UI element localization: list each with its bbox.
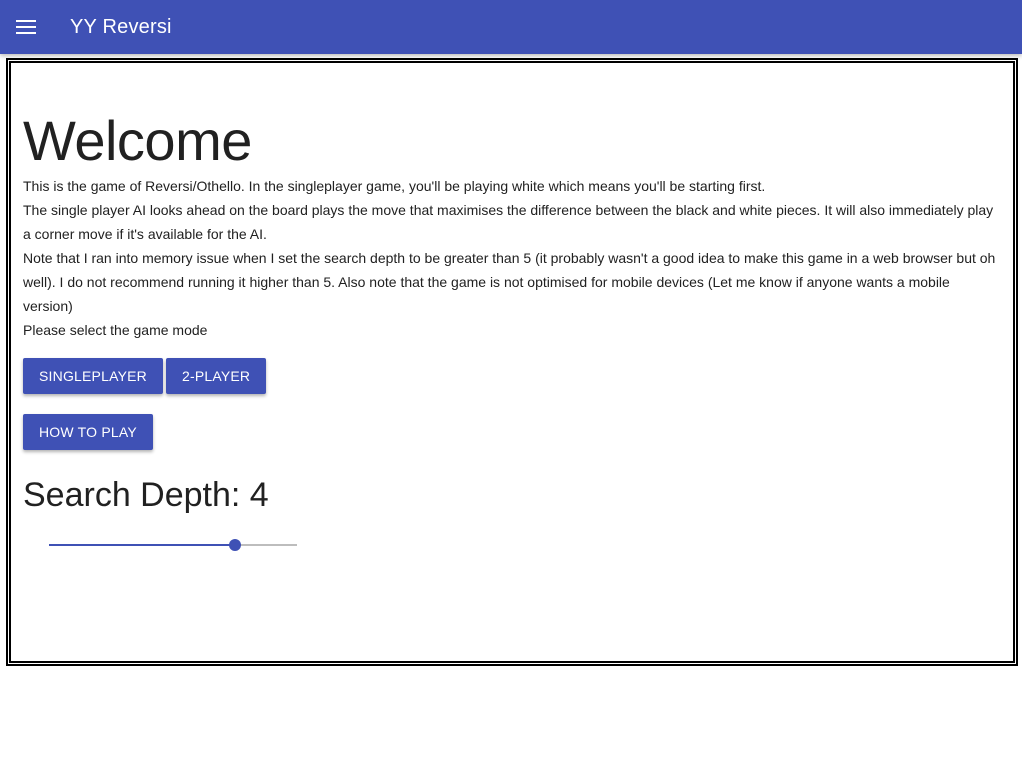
singleplayer-button[interactable]: Singleplayer — [23, 358, 163, 394]
menu-icon-line — [16, 32, 36, 34]
slider-fill — [49, 544, 235, 546]
app-bar: YY Reversi — [0, 0, 1022, 54]
welcome-card: Welcome This is the game of Reversi/Othe… — [6, 58, 1018, 666]
welcome-content: Welcome This is the game of Reversi/Othe… — [11, 108, 1013, 553]
ai-description-paragraph: The single player AI looks ahead on the … — [23, 202, 994, 242]
slider-thumb[interactable] — [229, 539, 241, 551]
search-depth-slider[interactable] — [49, 537, 297, 553]
how-to-play-button[interactable]: How To Play — [23, 414, 153, 450]
select-mode-prompt: Please select the game mode — [23, 322, 208, 338]
app-title: YY Reversi — [70, 15, 172, 38]
memory-note-paragraph: Note that I ran into memory issue when I… — [23, 250, 996, 314]
menu-icon[interactable] — [16, 18, 38, 36]
menu-icon-line — [16, 20, 36, 22]
help-buttons: How To Play — [23, 414, 1001, 450]
menu-icon-line — [16, 26, 36, 28]
game-mode-buttons: Singleplayer 2-Player — [23, 358, 1001, 394]
page-title: Welcome — [23, 109, 252, 172]
search-depth-label: Search Depth: — [23, 476, 250, 514]
search-depth-value: 4 — [249, 476, 269, 514]
search-depth-heading: Search Depth: 4 — [23, 475, 1001, 515]
intro-paragraph: This is the game of Reversi/Othello. In … — [23, 178, 766, 194]
two-player-button[interactable]: 2-Player — [165, 358, 267, 394]
